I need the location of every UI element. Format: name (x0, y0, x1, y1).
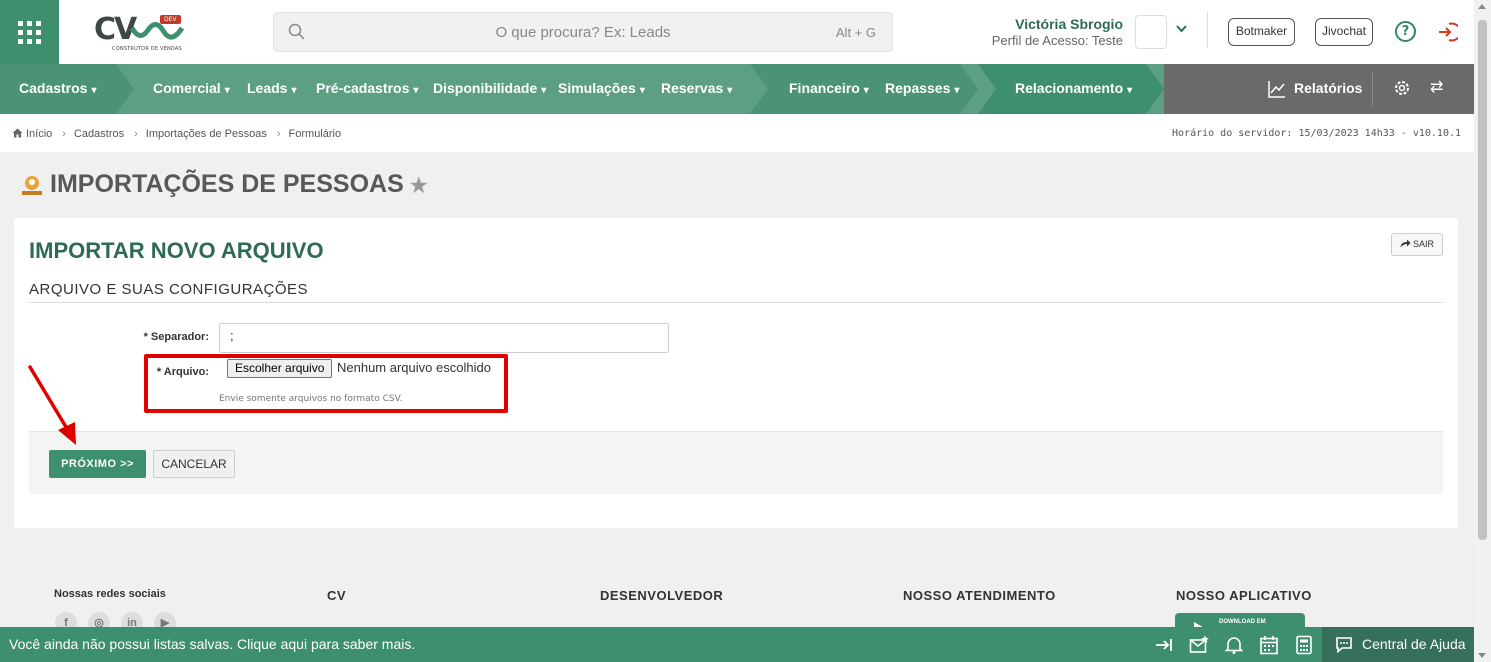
form-heading: IMPORTAR NOVO ARQUIVO (29, 238, 324, 263)
server-time: Horário do servidor: 15/03/2023 14h33 - … (1172, 128, 1461, 139)
next-button[interactable]: PRÓXIMO >> (49, 450, 146, 478)
section-title: ARQUIVO E SUAS CONFIGURAÇÕES (29, 281, 309, 298)
divider (29, 302, 1443, 303)
help-center-label: Central de Ajuda (1362, 636, 1466, 652)
footer-col-cv: CV (327, 588, 347, 603)
social-title: Nossas redes sociais (54, 588, 166, 600)
footer-col-app: NOSSO APLICATIVO (1176, 588, 1312, 603)
global-search[interactable]: O que procura? Ex: Leads Alt + G (273, 12, 893, 52)
favorite-star-icon[interactable]: ★ (410, 175, 428, 197)
form-actions: PRÓXIMO >> CANCELAR (29, 431, 1443, 494)
nav-pre-cadastros[interactable]: Pré-cadastros ▾ (316, 80, 418, 96)
calculator-icon[interactable] (1294, 635, 1314, 655)
breadcrumb-separator: › (276, 128, 281, 140)
nav-relacionamento[interactable]: Relacionamento ▾ (1015, 80, 1132, 96)
page-title-text: IMPORTAÇÕES DE PESSOAS (50, 170, 404, 198)
main-navbar: Cadastros ▾ Comercial ▾ Leads ▾ Pré-cadastr… (0, 64, 1474, 114)
scroll-up-icon[interactable] (1478, 4, 1486, 9)
nav-leads[interactable]: Leads ▾ (247, 80, 297, 96)
nav-reservas[interactable]: Reservas ▾ (661, 80, 732, 96)
logo-subtitle: CONSTRUTOR DE VENDAS (112, 46, 182, 52)
footer-col-dev: DESENVOLVEDOR (600, 588, 724, 603)
share-arrow-icon (1400, 239, 1411, 248)
import-people-icon (22, 176, 42, 196)
top-header: CV DEV CONSTRUTOR DE VENDAS O que procur… (0, 0, 1474, 64)
saved-lists-message[interactable]: Você ainda não possui listas salvas. Cli… (9, 636, 415, 652)
exit-label: SAIR (1412, 239, 1434, 249)
user-profile: Perfil de Acesso: Teste (991, 33, 1123, 48)
breadcrumb-separator: › (62, 128, 66, 140)
nav-simulacoes[interactable]: Simulações ▾ (558, 80, 645, 96)
calendar-icon[interactable] (1259, 635, 1279, 655)
breadcrumb-inicio[interactable]: Início (26, 128, 52, 140)
separator-input[interactable]: ; (219, 323, 669, 353)
cancel-button[interactable]: CANCELAR (153, 450, 235, 478)
import-card: IMPORTAR NOVO ARQUIVO SAIR ARQUIVO E SUA… (14, 218, 1458, 528)
footer-col-atendimento: NOSSO ATENDIMENTO (903, 588, 1056, 603)
chart-line-icon (1268, 81, 1285, 98)
home-icon (12, 128, 23, 138)
collapse-right-icon[interactable] (1154, 635, 1174, 655)
dev-badge: DEV (160, 15, 181, 24)
nav-cadastros[interactable]: Cadastros ▾ (19, 80, 97, 96)
apps-grid-icon[interactable] (0, 0, 59, 64)
gear-icon[interactable] (1392, 78, 1412, 98)
jivochat-button[interactable]: Jivochat (1315, 18, 1373, 46)
search-placeholder: O que procura? Ex: Leads (495, 24, 671, 41)
search-shortcut: Alt + G (835, 25, 876, 40)
breadcrumb-cadastros[interactable]: Cadastros (74, 128, 124, 140)
highlight-box (144, 354, 508, 413)
avatar[interactable] (1135, 15, 1167, 49)
exit-button[interactable]: SAIR (1390, 233, 1443, 256)
breadcrumb-bar: Início › Cadastros › Importações de Pessoas ›… (0, 114, 1474, 152)
breadcrumb-separator: › (134, 128, 138, 140)
app-badge-text: DOWNLOAD EM (1219, 619, 1266, 625)
divider (1207, 12, 1208, 48)
scrollbar-thumb[interactable] (1478, 20, 1487, 540)
nav-comercial[interactable]: Comercial ▾ (153, 80, 230, 96)
logout-icon[interactable] (1436, 21, 1458, 43)
help-center-button[interactable]: Central de Ajuda (1322, 627, 1474, 662)
user-menu-chevron-icon[interactable] (1176, 23, 1187, 36)
divider (1372, 72, 1373, 106)
breadcrumb-importacoes[interactable]: Importações de Pessoas (146, 128, 267, 140)
chat-bubble-icon (1336, 637, 1352, 653)
bottom-bar: Você ainda não possui listas salvas. Cli… (0, 627, 1474, 662)
separator-label: * Separador: (143, 331, 209, 343)
nav-disponibilidade[interactable]: Disponibilidade ▾ (433, 80, 546, 96)
breadcrumb-formulario: Formulário (288, 128, 342, 140)
nav-relatorios[interactable]: Relatórios (1294, 80, 1362, 96)
user-name: Victória Sbrogio (1015, 16, 1123, 32)
swap-icon[interactable]: ⇄ (1430, 77, 1443, 97)
page-scrollbar[interactable] (1474, 0, 1491, 662)
nav-tools: Relatórios ⇄ (1164, 64, 1474, 114)
page-title: IMPORTAÇÕES DE PESSOAS ★ (20, 170, 428, 199)
nav-financeiro[interactable]: Financeiro ▾ (789, 80, 869, 96)
help-icon[interactable]: ? (1395, 21, 1416, 42)
logo[interactable]: CV DEV CONSTRUTOR DE VENDAS (92, 10, 187, 55)
user-info[interactable]: Victória Sbrogio Perfil de Acesso: Teste (992, 16, 1123, 48)
bell-icon[interactable] (1224, 635, 1244, 655)
botmaker-button[interactable]: Botmaker (1228, 18, 1295, 46)
scroll-down-icon[interactable] (1478, 653, 1486, 658)
mail-star-icon[interactable] (1189, 635, 1209, 655)
nav-repasses[interactable]: Repasses ▾ (885, 80, 959, 96)
breadcrumb: Início › Cadastros › Importações de Pessoas ›… (12, 128, 347, 140)
annotation-arrow-icon (28, 365, 76, 445)
